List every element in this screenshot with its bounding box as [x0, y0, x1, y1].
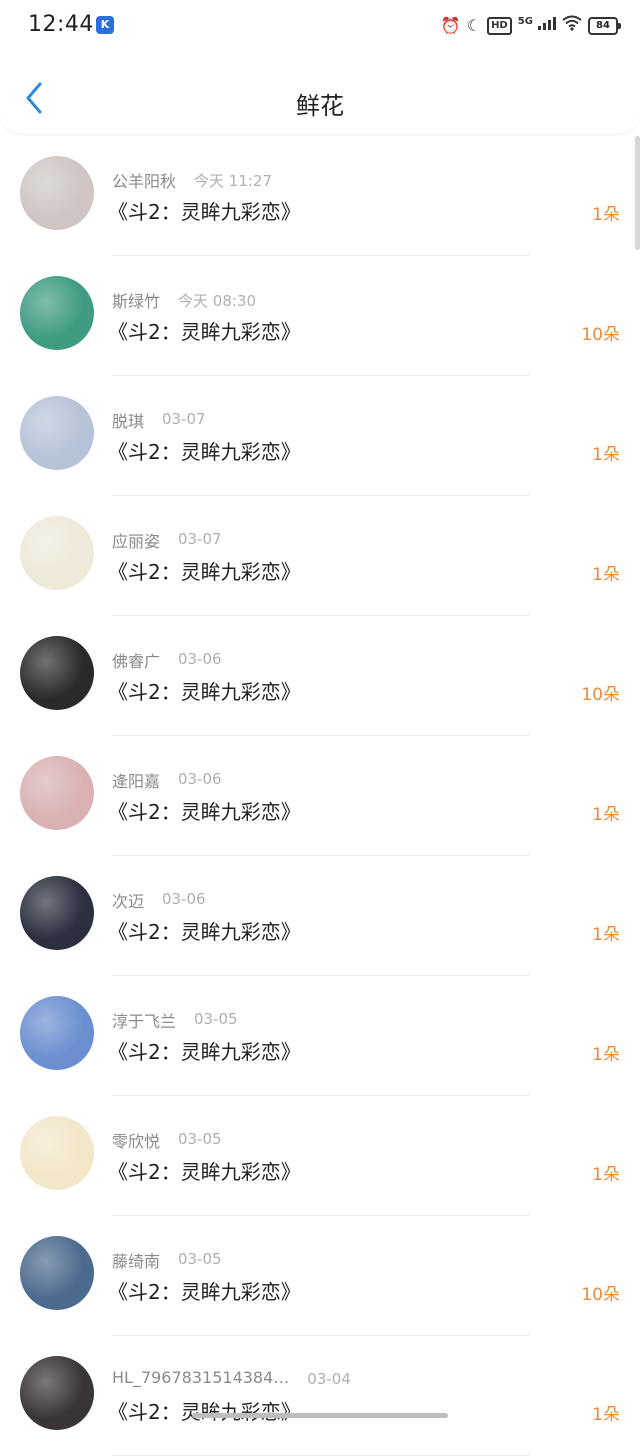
- book-title: 《斗2：灵眸九彩恋》: [108, 1040, 301, 1064]
- avatar[interactable]: [20, 516, 94, 590]
- list-item[interactable]: 脱琪 03-07 《斗2：灵眸九彩恋》 1朵: [0, 376, 640, 496]
- avatar[interactable]: [20, 876, 94, 950]
- timestamp: 03-06: [178, 770, 222, 788]
- list-item[interactable]: 次迈 03-06 《斗2：灵眸九彩恋》 1朵: [0, 856, 640, 976]
- user-name: 应丽姿: [112, 532, 161, 551]
- flower-count: 10朵: [581, 1285, 620, 1305]
- flower-count: 10朵: [581, 325, 620, 345]
- book-title: 《斗2：灵眸九彩恋》: [108, 800, 301, 824]
- user-name: 次迈: [112, 892, 145, 911]
- timestamp: 03-05: [178, 1250, 222, 1268]
- book-title: 《斗2：灵眸九彩恋》: [108, 320, 301, 344]
- list-item[interactable]: HL_7967831514384… 03-04 《斗2：灵眸九彩恋》 1朵: [0, 1336, 640, 1456]
- timestamp: 03-07: [162, 410, 206, 428]
- flower-count: 1朵: [592, 925, 620, 945]
- timestamp: 今天 08:30: [178, 292, 257, 310]
- avatar[interactable]: [20, 996, 94, 1070]
- list-item[interactable]: 淳于飞兰 03-05 《斗2：灵眸九彩恋》 1朵: [0, 976, 640, 1096]
- user-name: 零欣悦: [112, 1132, 161, 1151]
- flower-list: 公羊阳秋 今天 11:27 《斗2：灵眸九彩恋》 1朵 斯绿竹 今天 08:30 《斗2：灵…: [0, 136, 640, 1456]
- alarm-icon: ⏰: [440, 16, 461, 35]
- avatar[interactable]: [20, 276, 94, 350]
- avatar[interactable]: [20, 636, 94, 710]
- battery-icon: 84: [588, 17, 621, 35]
- list-item[interactable]: 公羊阳秋 今天 11:27 《斗2：灵眸九彩恋》 1朵: [0, 136, 640, 256]
- list-item[interactable]: 零欣悦 03-05 《斗2：灵眸九彩恋》 1朵: [0, 1096, 640, 1216]
- book-title: 《斗2：灵眸九彩恋》: [108, 560, 301, 584]
- timestamp: 03-06: [162, 890, 206, 908]
- user-name: 佛睿广: [112, 652, 161, 671]
- avatar[interactable]: [20, 1356, 94, 1430]
- flower-count: 1朵: [592, 805, 620, 825]
- avatar[interactable]: [20, 156, 94, 230]
- flower-count: 1朵: [592, 565, 620, 585]
- moon-icon: ☾: [466, 16, 482, 35]
- user-name: 脱琪: [112, 412, 145, 431]
- hd-icon: HD: [487, 17, 512, 35]
- flower-count: 10朵: [581, 685, 620, 705]
- list-item[interactable]: 斯绿竹 今天 08:30 《斗2：灵眸九彩恋》 10朵: [0, 256, 640, 376]
- list-item[interactable]: 藤绮南 03-05 《斗2：灵眸九彩恋》 10朵: [0, 1216, 640, 1336]
- page-title: 鲜花: [296, 92, 344, 120]
- timestamp: 03-07: [178, 530, 222, 548]
- status-time: 12:44: [28, 12, 94, 37]
- flower-count: 1朵: [592, 1045, 620, 1065]
- timestamp: 03-04: [307, 1370, 351, 1388]
- book-title: 《斗2：灵眸九彩恋》: [108, 680, 301, 704]
- status-icons: ⏰ ☾ HD 5G 84: [440, 13, 621, 40]
- wifi-icon: [562, 14, 582, 38]
- book-title: 《斗2：灵眸九彩恋》: [108, 440, 301, 464]
- user-name: HL_7967831514384…: [112, 1368, 290, 1387]
- timestamp: 今天 11:27: [194, 172, 273, 190]
- flower-count: 1朵: [592, 1165, 620, 1185]
- status-bar: 12:44 K ⏰ ☾ HD 5G 84: [0, 0, 640, 52]
- timestamp: 03-06: [178, 650, 222, 668]
- list-item[interactable]: 应丽姿 03-07 《斗2：灵眸九彩恋》 1朵: [0, 496, 640, 616]
- timestamp: 03-05: [178, 1130, 222, 1148]
- user-name: 斯绿竹: [112, 292, 161, 311]
- user-name: 公羊阳秋: [112, 172, 177, 191]
- list-item[interactable]: 逄阳嘉 03-06 《斗2：灵眸九彩恋》 1朵: [0, 736, 640, 856]
- book-title: 《斗2：灵眸九彩恋》: [108, 920, 301, 944]
- avatar[interactable]: [20, 396, 94, 470]
- user-name: 逄阳嘉: [112, 772, 161, 791]
- avatar[interactable]: [20, 1116, 94, 1190]
- flower-count: 1朵: [592, 1405, 620, 1425]
- header: 鲜花: [0, 52, 640, 134]
- flower-count: 1朵: [592, 445, 620, 465]
- user-name: 藤绮南: [112, 1252, 161, 1271]
- user-name: 淳于飞兰: [112, 1012, 177, 1031]
- scrollbar[interactable]: [635, 136, 640, 250]
- avatar[interactable]: [20, 756, 94, 830]
- list-item[interactable]: 佛睿广 03-06 《斗2：灵眸九彩恋》 10朵: [0, 616, 640, 736]
- network-type: 5G: [517, 15, 533, 27]
- home-indicator[interactable]: [192, 1413, 448, 1418]
- book-title: 《斗2：灵眸九彩恋》: [108, 1280, 301, 1304]
- book-title: 《斗2：灵眸九彩恋》: [108, 1160, 301, 1184]
- timestamp: 03-05: [194, 1010, 238, 1028]
- book-title: 《斗2：灵眸九彩恋》: [108, 1400, 301, 1424]
- avatar[interactable]: [20, 1236, 94, 1310]
- flower-count: 1朵: [592, 205, 620, 225]
- app-badge-icon: K: [96, 16, 114, 34]
- book-title: 《斗2：灵眸九彩恋》: [108, 200, 301, 224]
- signal-icon: 5G: [518, 13, 556, 40]
